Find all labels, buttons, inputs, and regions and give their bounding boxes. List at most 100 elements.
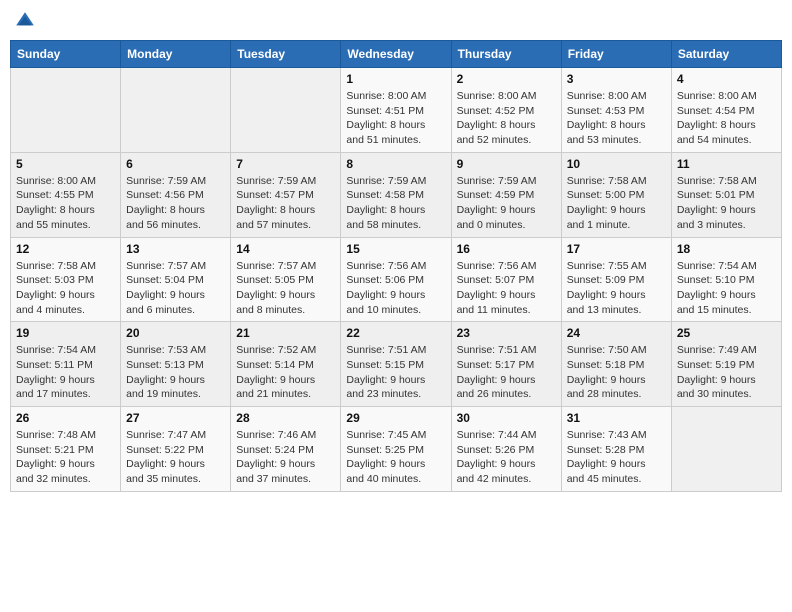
day-info: Sunrise: 8:00 AM Sunset: 4:54 PM Dayligh… (677, 89, 776, 148)
page-header (10, 10, 782, 32)
day-header-monday: Monday (121, 41, 231, 68)
day-number: 26 (16, 411, 115, 425)
day-header-tuesday: Tuesday (231, 41, 341, 68)
day-info: Sunrise: 8:00 AM Sunset: 4:52 PM Dayligh… (457, 89, 556, 148)
day-number: 12 (16, 242, 115, 256)
day-number: 16 (457, 242, 556, 256)
day-number: 30 (457, 411, 556, 425)
calendar: SundayMondayTuesdayWednesdayThursdayFrid… (10, 40, 782, 492)
day-number: 10 (567, 157, 666, 171)
day-number: 20 (126, 326, 225, 340)
day-number: 11 (677, 157, 776, 171)
calendar-cell: 27 Sunrise: 7:47 AM Sunset: 5:22 PM Dayli… (121, 407, 231, 492)
day-info: Sunrise: 7:48 AM Sunset: 5:21 PM Dayligh… (16, 428, 115, 487)
day-number: 6 (126, 157, 225, 171)
day-info: Sunrise: 8:00 AM Sunset: 4:53 PM Dayligh… (567, 89, 666, 148)
calendar-cell: 4 Sunrise: 8:00 AM Sunset: 4:54 PM Daylig… (671, 68, 781, 153)
calendar-cell: 7 Sunrise: 7:59 AM Sunset: 4:57 PM Daylig… (231, 152, 341, 237)
calendar-cell: 22 Sunrise: 7:51 AM Sunset: 5:15 PM Dayli… (341, 322, 451, 407)
calendar-cell: 6 Sunrise: 7:59 AM Sunset: 4:56 PM Daylig… (121, 152, 231, 237)
calendar-cell: 15 Sunrise: 7:56 AM Sunset: 5:06 PM Dayli… (341, 237, 451, 322)
day-number: 5 (16, 157, 115, 171)
calendar-cell: 9 Sunrise: 7:59 AM Sunset: 4:59 PM Daylig… (451, 152, 561, 237)
calendar-header: SundayMondayTuesdayWednesdayThursdayFrid… (11, 41, 782, 68)
calendar-cell: 17 Sunrise: 7:55 AM Sunset: 5:09 PM Dayli… (561, 237, 671, 322)
day-info: Sunrise: 7:57 AM Sunset: 5:04 PM Dayligh… (126, 259, 225, 318)
calendar-cell (231, 68, 341, 153)
day-info: Sunrise: 7:54 AM Sunset: 5:10 PM Dayligh… (677, 259, 776, 318)
day-info: Sunrise: 7:51 AM Sunset: 5:17 PM Dayligh… (457, 343, 556, 402)
day-info: Sunrise: 7:59 AM Sunset: 4:57 PM Dayligh… (236, 174, 335, 233)
calendar-cell: 29 Sunrise: 7:45 AM Sunset: 5:25 PM Dayli… (341, 407, 451, 492)
day-info: Sunrise: 7:55 AM Sunset: 5:09 PM Dayligh… (567, 259, 666, 318)
day-header-wednesday: Wednesday (341, 41, 451, 68)
day-number: 7 (236, 157, 335, 171)
day-info: Sunrise: 7:59 AM Sunset: 4:56 PM Dayligh… (126, 174, 225, 233)
calendar-cell: 28 Sunrise: 7:46 AM Sunset: 5:24 PM Dayli… (231, 407, 341, 492)
day-number: 27 (126, 411, 225, 425)
calendar-cell (121, 68, 231, 153)
day-info: Sunrise: 7:47 AM Sunset: 5:22 PM Dayligh… (126, 428, 225, 487)
day-number: 8 (346, 157, 445, 171)
logo (14, 10, 40, 32)
calendar-cell: 10 Sunrise: 7:58 AM Sunset: 5:00 PM Dayli… (561, 152, 671, 237)
calendar-cell: 21Sunrise: 7:52 AM Sunset: 5:14 PM Dayli… (231, 322, 341, 407)
day-info: Sunrise: 7:57 AM Sunset: 5:05 PM Dayligh… (236, 259, 335, 318)
calendar-cell: 3 Sunrise: 8:00 AM Sunset: 4:53 PM Daylig… (561, 68, 671, 153)
day-info: Sunrise: 7:58 AM Sunset: 5:00 PM Dayligh… (567, 174, 666, 233)
calendar-cell: 25Sunrise: 7:49 AM Sunset: 5:19 PM Dayli… (671, 322, 781, 407)
day-info: Sunrise: 8:00 AM Sunset: 4:51 PM Dayligh… (346, 89, 445, 148)
day-header-friday: Friday (561, 41, 671, 68)
calendar-cell: 30 Sunrise: 7:44 AM Sunset: 5:26 PM Dayli… (451, 407, 561, 492)
day-info: Sunrise: 8:00 AM Sunset: 4:55 PM Dayligh… (16, 174, 115, 233)
day-number: 9 (457, 157, 556, 171)
day-number: 28 (236, 411, 335, 425)
calendar-cell: 31 Sunrise: 7:43 AM Sunset: 5:28 PM Dayli… (561, 407, 671, 492)
day-info: Sunrise: 7:52 AM Sunset: 5:14 PM Dayligh… (236, 343, 335, 402)
calendar-cell: 14 Sunrise: 7:57 AM Sunset: 5:05 PM Dayli… (231, 237, 341, 322)
day-number: 31 (567, 411, 666, 425)
calendar-cell: 18 Sunrise: 7:54 AM Sunset: 5:10 PM Dayli… (671, 237, 781, 322)
day-number: 18 (677, 242, 776, 256)
day-number: 23 (457, 326, 556, 340)
calendar-cell (671, 407, 781, 492)
day-info: Sunrise: 7:44 AM Sunset: 5:26 PM Dayligh… (457, 428, 556, 487)
day-info: Sunrise: 7:50 AM Sunset: 5:18 PM Dayligh… (567, 343, 666, 402)
day-info: Sunrise: 7:51 AM Sunset: 5:15 PM Dayligh… (346, 343, 445, 402)
calendar-cell: 24 Sunrise: 7:50 AM Sunset: 5:18 PM Dayli… (561, 322, 671, 407)
calendar-cell: 12 Sunrise: 7:58 AM Sunset: 5:03 PM Dayli… (11, 237, 121, 322)
day-number: 22 (346, 326, 445, 340)
day-number: 13 (126, 242, 225, 256)
day-number: 1 (346, 72, 445, 86)
calendar-cell: 8 Sunrise: 7:59 AM Sunset: 4:58 PM Daylig… (341, 152, 451, 237)
day-number: 4 (677, 72, 776, 86)
day-info: Sunrise: 7:43 AM Sunset: 5:28 PM Dayligh… (567, 428, 666, 487)
day-number: 14 (236, 242, 335, 256)
day-info: Sunrise: 7:46 AM Sunset: 5:24 PM Dayligh… (236, 428, 335, 487)
calendar-cell: 5 Sunrise: 8:00 AM Sunset: 4:55 PM Daylig… (11, 152, 121, 237)
day-number: 15 (346, 242, 445, 256)
calendar-cell (11, 68, 121, 153)
day-info: Sunrise: 7:54 AM Sunset: 5:11 PM Dayligh… (16, 343, 115, 402)
day-info: Sunrise: 7:59 AM Sunset: 4:58 PM Dayligh… (346, 174, 445, 233)
day-info: Sunrise: 7:58 AM Sunset: 5:01 PM Dayligh… (677, 174, 776, 233)
calendar-cell: 16 Sunrise: 7:56 AM Sunset: 5:07 PM Dayli… (451, 237, 561, 322)
day-number: 24 (567, 326, 666, 340)
day-info: Sunrise: 7:45 AM Sunset: 5:25 PM Dayligh… (346, 428, 445, 487)
day-number: 3 (567, 72, 666, 86)
calendar-cell: 1 Sunrise: 8:00 AM Sunset: 4:51 PM Daylig… (341, 68, 451, 153)
day-header-saturday: Saturday (671, 41, 781, 68)
day-info: Sunrise: 7:59 AM Sunset: 4:59 PM Dayligh… (457, 174, 556, 233)
day-header-sunday: Sunday (11, 41, 121, 68)
day-number: 19 (16, 326, 115, 340)
calendar-cell: 26 Sunrise: 7:48 AM Sunset: 5:21 PM Dayli… (11, 407, 121, 492)
day-info: Sunrise: 7:56 AM Sunset: 5:06 PM Dayligh… (346, 259, 445, 318)
day-info: Sunrise: 7:49 AM Sunset: 5:19 PM Dayligh… (677, 343, 776, 402)
day-number: 2 (457, 72, 556, 86)
day-number: 17 (567, 242, 666, 256)
calendar-cell: 19 Sunrise: 7:54 AM Sunset: 5:11 PM Dayli… (11, 322, 121, 407)
calendar-cell: 20Sunrise: 7:53 AM Sunset: 5:13 PM Dayli… (121, 322, 231, 407)
day-info: Sunrise: 7:56 AM Sunset: 5:07 PM Dayligh… (457, 259, 556, 318)
day-info: Sunrise: 7:58 AM Sunset: 5:03 PM Dayligh… (16, 259, 115, 318)
day-number: 29 (346, 411, 445, 425)
